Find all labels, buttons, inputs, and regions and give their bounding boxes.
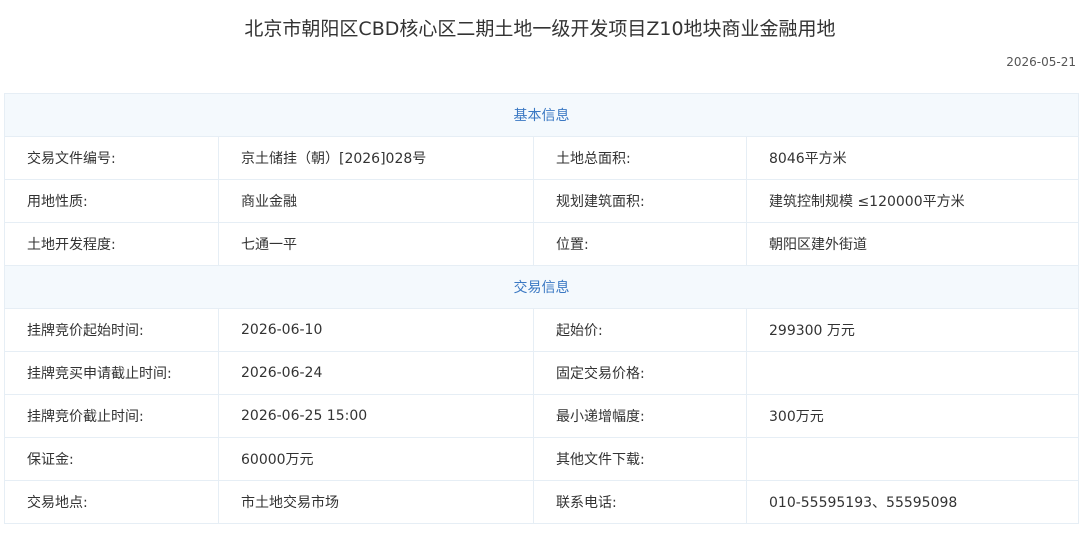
field-value: 2026-06-25 15:00 bbox=[218, 394, 534, 438]
field-value: 建筑控制规模 ≤120000平方米 bbox=[746, 179, 1079, 223]
section-header-basic: 基本信息 bbox=[4, 93, 1079, 137]
field-label: 挂牌竞价截止时间: bbox=[4, 394, 219, 438]
table-row: 挂牌竞价起始时间: 2026-06-10 起始价: 299300 万元 bbox=[4, 308, 1079, 352]
field-value bbox=[746, 351, 1079, 395]
field-value: 300万元 bbox=[746, 394, 1079, 438]
field-value: 市土地交易市场 bbox=[218, 480, 534, 524]
field-label: 挂牌竞买申请截止时间: bbox=[4, 351, 219, 395]
field-value: 010-55595193、55595098 bbox=[746, 480, 1079, 524]
field-value: 299300 万元 bbox=[746, 308, 1079, 352]
field-label: 交易文件编号: bbox=[4, 136, 219, 180]
field-value: 京土储挂（朝）[2026]028号 bbox=[218, 136, 534, 180]
field-value: 2026-06-10 bbox=[218, 308, 534, 352]
table-row: 交易文件编号: 京土储挂（朝）[2026]028号 土地总面积: 8046平方米 bbox=[4, 136, 1079, 180]
section-title-basic: 基本信息 bbox=[4, 93, 1079, 137]
field-value: 8046平方米 bbox=[746, 136, 1079, 180]
field-label: 最小递增幅度: bbox=[533, 394, 747, 438]
section-title-trade: 交易信息 bbox=[4, 265, 1079, 309]
field-label: 挂牌竞价起始时间: bbox=[4, 308, 219, 352]
section-header-trade: 交易信息 bbox=[4, 265, 1079, 309]
table-row: 保证金: 60000万元 其他文件下载: bbox=[4, 437, 1079, 481]
table-row: 挂牌竞价截止时间: 2026-06-25 15:00 最小递增幅度: 300万元 bbox=[4, 394, 1079, 438]
table-row: 交易地点: 市土地交易市场 联系电话: 010-55595193、5559509… bbox=[4, 480, 1079, 524]
field-value: 七通一平 bbox=[218, 222, 534, 266]
info-table: 基本信息 交易文件编号: 京土储挂（朝）[2026]028号 土地总面积: 80… bbox=[4, 93, 1079, 524]
field-value: 朝阳区建外街道 bbox=[746, 222, 1079, 266]
field-label: 固定交易价格: bbox=[533, 351, 747, 395]
field-value: 商业金融 bbox=[218, 179, 534, 223]
field-label: 保证金: bbox=[4, 437, 219, 481]
publish-date: 2026-05-21 bbox=[1006, 55, 1076, 69]
field-label: 联系电话: bbox=[533, 480, 747, 524]
table-row: 挂牌竞买申请截止时间: 2026-06-24 固定交易价格: bbox=[4, 351, 1079, 395]
field-label: 交易地点: bbox=[4, 480, 219, 524]
field-label: 土地开发程度: bbox=[4, 222, 219, 266]
field-label: 土地总面积: bbox=[533, 136, 747, 180]
table-row: 用地性质: 商业金融 规划建筑面积: 建筑控制规模 ≤120000平方米 bbox=[4, 179, 1079, 223]
field-label: 规划建筑面积: bbox=[533, 179, 747, 223]
page-title: 北京市朝阳区CBD核心区二期土地一级开发项目Z10地块商业金融用地 bbox=[244, 18, 836, 40]
field-label: 位置: bbox=[533, 222, 747, 266]
file-download-cell bbox=[746, 437, 1079, 481]
table-row: 土地开发程度: 七通一平 位置: 朝阳区建外街道 bbox=[4, 222, 1079, 266]
field-label: 起始价: bbox=[533, 308, 747, 352]
field-value: 2026-06-24 bbox=[218, 351, 534, 395]
field-value: 60000万元 bbox=[218, 437, 534, 481]
field-label: 其他文件下载: bbox=[533, 437, 747, 481]
field-label: 用地性质: bbox=[4, 179, 219, 223]
